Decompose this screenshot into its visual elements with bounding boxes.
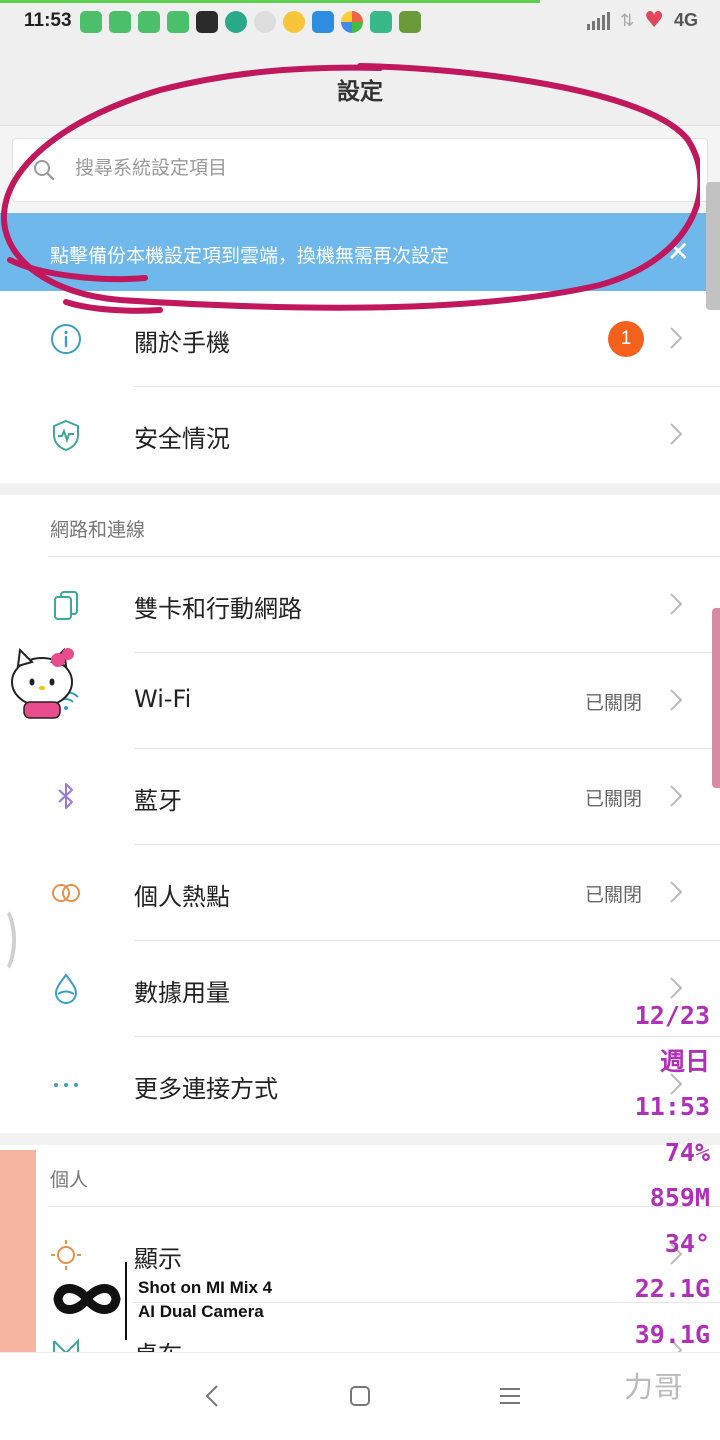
gallery-icon [370,11,392,33]
photo-app-icon [399,11,421,33]
settings-item-label: 安全情況 [134,425,230,453]
watermark-line-1: Shot on MI Mix 4 [138,1278,273,1297]
watermark-divider [125,1262,127,1340]
floating-edge-block [0,1150,36,1354]
signature-text: 力哥 [623,1370,684,1404]
chevron-right-icon [670,689,683,711]
upload-icon [312,11,334,33]
section-title: 個人 [50,1169,89,1191]
settings-item-label: 關於手機 [134,329,230,357]
browser-icon [225,11,247,33]
cat-app-icon [109,11,131,33]
settings-item-security[interactable]: 安全情況 [0,387,720,483]
chevron-right-icon [670,881,683,903]
heart-icon: ♥ [644,7,664,33]
chevron-right-icon [670,785,683,807]
settings-item-label: 更多連接方式 [134,1075,278,1103]
settings-item-label: 雙卡和行動網路 [134,595,302,623]
notification-icons [80,11,421,33]
settings-item-bluetooth[interactable]: 藍牙 已關閉 [0,749,720,845]
banner-text: 點擊備份本機設定項到雲端，換機無需再次設定 [50,245,450,267]
status-bar: 11:53 ⇅ ♥ 4G [0,0,720,44]
watermark-line-2: AI Dual Camera [138,1302,264,1321]
settings-item-label: 個人熱點 [134,883,230,911]
settings-item-hotspot[interactable]: 個人熱點 已關閉 [0,845,720,941]
flower-icon [254,11,276,33]
settings-item-label: Wi-Fi [134,685,192,713]
widget-memory: 859M [649,1183,710,1212]
search-box[interactable] [12,138,708,202]
camera-watermark: Shot on MI Mix 4 AI Dual Camera [52,1262,352,1342]
signal-icon [587,11,610,30]
infinity-logo-icon [53,1284,121,1314]
search-area [0,127,720,213]
status-time: 11:53 [24,10,72,31]
section-title: 網路和連線 [50,519,146,541]
settings-item-about-phone[interactable]: 關於手機 1 [0,291,720,387]
settings-item-status: 已關閉 [584,788,642,810]
status-right: ⇅ ♥ 4G [587,7,698,33]
cat-app-icon [138,11,160,33]
cat-app-icon [167,11,189,33]
color-ring-icon [341,11,363,33]
widget-temperature: 34° [664,1228,710,1258]
more-dots-icon [54,1083,78,1087]
widget-date: 12/23 [634,1001,710,1030]
scrollbar-thumb[interactable] [706,182,720,310]
notification-badge: 1 [608,321,644,357]
widget-battery: 74% [664,1137,710,1167]
sim-card-icon [54,591,78,620]
back-icon[interactable] [198,1381,228,1411]
chevron-right-icon [670,593,683,615]
home-icon[interactable] [345,1381,375,1411]
settings-item-label: 藍牙 [134,787,182,815]
settings-item-wifi[interactable]: Wi-Fi 已關閉 [0,653,720,749]
settings-item-status: 已關閉 [584,692,642,714]
backup-banner[interactable]: 點擊備份本機設定項到雲端，換機無需再次設定 ✕ [0,213,720,291]
widget-time: 11:53 [634,1092,710,1121]
settings-item-status: 已關閉 [584,884,642,906]
search-input[interactable] [75,157,635,179]
bluetooth-icon [58,783,73,809]
widget-weekday: 週日 [659,1046,710,1076]
widget-storage-1: 22.1G [634,1274,710,1303]
network-type: 4G [673,10,698,30]
sun-icon [283,11,305,33]
data-arrows-icon: ⇅ [620,10,635,31]
app-header: 設定 [0,44,720,126]
hello-kitty-sticker-icon[interactable] [6,630,82,730]
navigation-bar [0,1352,720,1440]
page-title: 設定 [337,79,383,105]
clock-app-icon [196,11,218,33]
water-drop-icon [54,973,78,1004]
hotspot-icon [52,884,80,902]
settings-item-label: 數據用量 [134,979,230,1007]
search-icon [34,160,55,181]
section-header: 網路和連線 [0,495,720,557]
settings-group-device: 關於手機 1 安全情況 [0,291,720,483]
close-icon[interactable]: ✕ [667,235,690,268]
settings-item-sim-mobile-network[interactable]: 雙卡和行動網路 [0,557,720,653]
menu-icon[interactable] [495,1381,525,1411]
download-progress-line [0,0,540,3]
info-icon [51,324,81,354]
chevron-right-icon [670,423,683,445]
shield-icon [53,419,79,452]
chevron-right-icon [670,327,683,349]
system-info-widget: 12/23 週日 11:53 74% 859M 34° 22.1G 39.1G [610,996,710,1360]
side-pull-tab[interactable] [712,608,720,788]
cat-app-icon [80,11,102,33]
